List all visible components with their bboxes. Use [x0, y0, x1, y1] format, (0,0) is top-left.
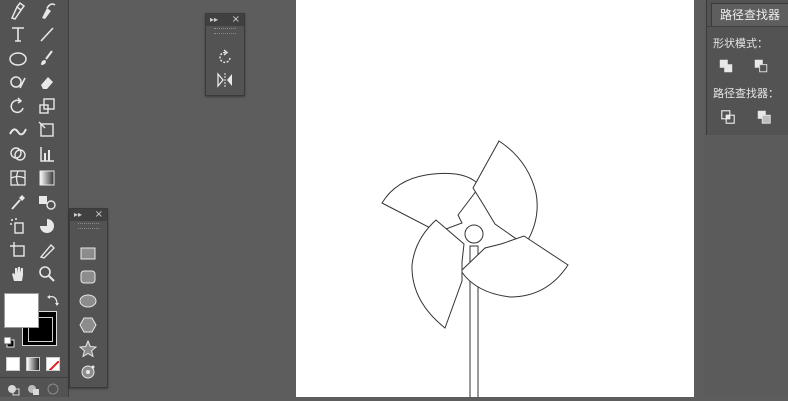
- draw-normal-icon[interactable]: [6, 381, 20, 396]
- shape-tools-panel: ▸▸ ×: [69, 208, 108, 388]
- tab-pathfinder[interactable]: 路径查找器: [711, 3, 788, 26]
- collapse-icon[interactable]: ▸▸: [210, 15, 218, 25]
- scale-tool-icon[interactable]: [34, 95, 60, 117]
- shape-modes-label: 形状模式：: [713, 37, 768, 50]
- polygon-tool-icon[interactable]: [75, 314, 101, 336]
- rotate-tool-icon[interactable]: [5, 95, 31, 117]
- eraser-tool-icon[interactable]: [34, 71, 60, 93]
- panel-header[interactable]: ▸▸ ×: [206, 14, 244, 26]
- none-mode-button[interactable]: [46, 357, 60, 371]
- color-mode-button[interactable]: [6, 357, 20, 371]
- reflect-tool-icon[interactable]: [212, 69, 238, 91]
- chart-tool-icon[interactable]: [34, 143, 60, 165]
- mesh-tool-icon[interactable]: [5, 167, 31, 189]
- panel-grip[interactable]: [214, 28, 236, 34]
- gradient-tool-icon[interactable]: [34, 167, 60, 189]
- gradient-mode-button[interactable]: [26, 357, 40, 371]
- pen-tool-icon[interactable]: [5, 0, 31, 22]
- draw-inside-icon[interactable]: [46, 381, 60, 395]
- shape-builder-tool-icon[interactable]: [5, 143, 31, 165]
- blend-tool-icon[interactable]: [34, 191, 60, 213]
- close-icon[interactable]: ×: [232, 14, 240, 26]
- swap-fill-stroke-icon[interactable]: [46, 292, 60, 306]
- transform-tools-panel: ▸▸ ×: [205, 13, 245, 96]
- zoom-tool-icon[interactable]: [34, 263, 60, 285]
- ellipse-tool-icon[interactable]: [75, 290, 101, 312]
- close-icon[interactable]: ×: [95, 209, 103, 221]
- curvature-tool-icon[interactable]: [34, 0, 60, 22]
- free-transform-tool-icon[interactable]: [34, 119, 60, 141]
- artboard[interactable]: [296, 0, 694, 401]
- line-segment-tool-icon[interactable]: [34, 23, 60, 45]
- slice-tool-icon[interactable]: [34, 239, 60, 261]
- symbol-sprayer-tool-icon[interactable]: [5, 215, 31, 237]
- default-fill-stroke-icon[interactable]: [3, 333, 15, 348]
- divide-icon[interactable]: [719, 108, 737, 126]
- panel-header[interactable]: ▸▸ ×: [70, 209, 107, 221]
- rectangle-tool-icon[interactable]: [75, 242, 101, 264]
- minus-front-icon[interactable]: [752, 57, 770, 75]
- star-tool-icon[interactable]: [75, 338, 101, 360]
- pinwheel-artwork[interactable]: [296, 0, 694, 401]
- draw-behind-icon[interactable]: [26, 381, 40, 395]
- width-tool-icon[interactable]: [5, 119, 31, 141]
- tools-panel: [0, 0, 69, 397]
- rotate-tool-icon[interactable]: [212, 46, 238, 68]
- pie-graph-tool-icon[interactable]: [34, 215, 60, 237]
- hand-tool-icon[interactable]: [5, 263, 31, 285]
- type-tool-icon[interactable]: [5, 23, 31, 45]
- ellipse-tool-icon[interactable]: [5, 47, 31, 69]
- pathfinder-panel: 路径查找器 形状模式： 路径查找器：: [706, 0, 788, 135]
- trim-icon[interactable]: [755, 108, 773, 126]
- collapse-icon[interactable]: ▸▸: [74, 210, 82, 220]
- rounded-rectangle-tool-icon[interactable]: [75, 266, 101, 288]
- panel-grip[interactable]: [78, 223, 99, 229]
- unite-icon[interactable]: [717, 57, 735, 75]
- eyedropper-tool-icon[interactable]: [5, 191, 31, 213]
- paintbrush-tool-icon[interactable]: [34, 47, 60, 69]
- flare-tool-icon[interactable]: [75, 361, 101, 383]
- shaper-tool-icon[interactable]: [5, 71, 31, 93]
- fill-color-swatch[interactable]: [4, 293, 39, 328]
- artboard-tool-icon[interactable]: [5, 239, 31, 261]
- pathfinders-label: 路径查找器：: [713, 87, 779, 100]
